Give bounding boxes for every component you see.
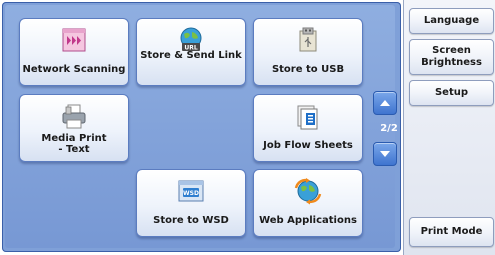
store-to-usb-button[interactable]: Store to USB [253,18,363,86]
arrow-down-icon [380,151,390,157]
job-flow-sheets-label: Job Flow Sheets [263,140,353,151]
globe-arrows-icon [293,178,323,206]
job-flow-sheet-icon [293,103,323,131]
scroll-up-button[interactable] [373,91,397,115]
page-indicator: 2/2 [380,123,398,134]
services-panel: Network Scanning URL Store & Send Link S… [2,2,401,252]
web-applications-label: Web Applications [259,215,357,226]
screen-brightness-label-line1: Screen [432,45,471,56]
language-label: Language [423,15,480,26]
scroll-down-button[interactable] [373,142,397,166]
network-scanning-button[interactable]: Network Scanning [19,18,129,86]
store-to-usb-label: Store to USB [271,64,345,75]
job-flow-sheets-button[interactable]: Job Flow Sheets [253,94,363,162]
wsd-icon-text: WSD [183,190,199,197]
network-scanning-label: Network Scanning [22,64,126,75]
printer-icon [59,103,89,131]
setup-label: Setup [434,87,469,98]
store-to-wsd-button[interactable]: WSD Store to WSD [136,169,246,237]
setup-button[interactable]: Setup [409,80,494,106]
screen-brightness-label-line2: Brightness [421,57,482,68]
network-scanning-icon [59,27,89,55]
media-print-text-button[interactable]: Media Print - Text [19,94,129,162]
screen-brightness-button[interactable]: Screen Brightness [409,39,494,75]
store-send-link-label: Store & Send Link [140,50,242,61]
wsd-icon: WSD [176,178,206,206]
media-print-label-line2: - Text [58,144,90,155]
services-grid: Network Scanning URL Store & Send Link S… [5,5,398,248]
store-to-wsd-label: Store to WSD [153,215,229,226]
usb-drive-icon [293,27,323,55]
media-print-text-label: Media Print - Text [20,133,128,155]
print-mode-button[interactable]: Print Mode [409,217,494,247]
language-button[interactable]: Language [409,8,494,34]
media-print-label-line1: Media Print [41,133,107,144]
arrow-up-icon [380,100,390,106]
store-send-link-button[interactable]: URL Store & Send Link [136,18,246,86]
screen: Network Scanning URL Store & Send Link S… [0,0,495,255]
print-mode-label: Print Mode [420,226,483,237]
web-applications-button[interactable]: Web Applications [253,169,363,237]
side-panel: Language Screen Brightness Setup Print M… [403,0,495,255]
